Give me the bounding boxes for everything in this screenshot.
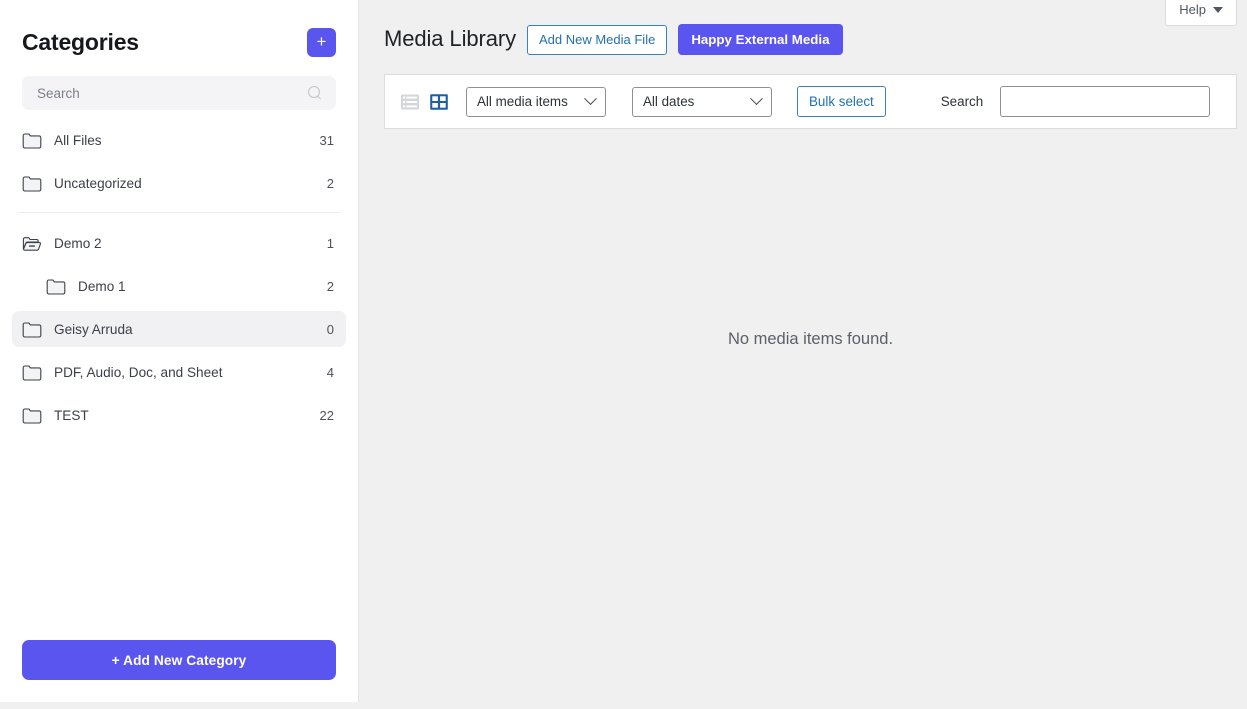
help-label: Help	[1179, 2, 1206, 17]
sidebar-search-input[interactable]	[35, 84, 308, 102]
add-new-category-button[interactable]: + Add New Category	[22, 640, 336, 680]
grid-view-icon[interactable]	[428, 91, 450, 113]
sidebar-item-all-files[interactable]: All Files 31	[12, 122, 346, 158]
sidebar-item-test[interactable]: TEST 22	[12, 397, 346, 433]
folder-icon	[22, 132, 42, 149]
sidebar-item-geisy-arruda[interactable]: Geisy Arruda 0	[12, 311, 346, 347]
chevron-down-icon	[584, 92, 597, 106]
empty-state-message: No media items found.	[727, 329, 894, 348]
media-search-label: Search	[940, 94, 984, 109]
add-new-media-file-button[interactable]: Add New Media File	[526, 24, 668, 55]
bulk-select-button[interactable]: Bulk select	[797, 86, 886, 117]
chevron-down-icon	[750, 92, 763, 106]
sidebar-item-count: 2	[326, 278, 334, 294]
category-list: All Files 31 Uncategorized 2 Demo 2 1 De…	[0, 122, 358, 433]
folder-open-icon	[22, 235, 42, 252]
sidebar-divider	[18, 212, 340, 213]
media-search-group: Search	[940, 86, 1211, 117]
media-toolbar: All media items All dates Bulk select Se…	[384, 74, 1237, 129]
media-type-select-value: All media items	[477, 94, 568, 109]
page-header: Media Library Add New Media File Happy E…	[360, 0, 1247, 58]
page-title: Media Library	[384, 26, 516, 52]
sidebar-item-pdf-audio-doc-and-sheet[interactable]: PDF, Audio, Doc, and Sheet 4	[12, 354, 346, 390]
happy-external-media-button[interactable]: Happy External Media	[678, 24, 843, 55]
app-root: Categories + All Files 31	[0, 0, 1247, 709]
dates-select-value: All dates	[643, 94, 695, 109]
media-type-select[interactable]: All media items	[466, 86, 606, 117]
sidebar-item-demo-2[interactable]: Demo 2 1	[12, 225, 346, 261]
sidebar-item-demo-1[interactable]: Demo 1 2	[12, 268, 346, 304]
help-button[interactable]: Help	[1165, 0, 1237, 26]
sidebar-search-field[interactable]	[22, 76, 336, 110]
sidebar-item-uncategorized[interactable]: Uncategorized 2	[12, 165, 346, 201]
chevron-down-icon	[1213, 6, 1223, 13]
sidebar-item-label: Demo 1	[78, 278, 126, 294]
sidebar-item-count: 4	[326, 364, 334, 380]
sidebar-header: Categories +	[0, 0, 358, 62]
sidebar-item-label: Geisy Arruda	[54, 321, 133, 337]
list-view-icon[interactable]	[399, 91, 421, 113]
sidebar-item-count: 22	[319, 407, 334, 423]
media-library-main: Help Media Library Add New Media File Ha…	[360, 0, 1247, 709]
page-title-categories: Categories	[22, 28, 139, 55]
categories-sidebar: Categories + All Files 31	[0, 0, 359, 702]
view-mode-switcher	[399, 91, 450, 113]
folder-icon	[22, 364, 42, 381]
folder-icon	[46, 278, 66, 295]
dates-select[interactable]: All dates	[632, 86, 772, 117]
sidebar-item-label: Uncategorized	[54, 175, 142, 191]
sidebar-item-label: All Files	[54, 132, 102, 148]
search-icon	[308, 85, 323, 101]
sidebar-item-label: Demo 2	[54, 235, 102, 251]
sidebar-item-count: 0	[326, 321, 334, 337]
folder-icon	[22, 175, 42, 192]
sidebar-item-count: 31	[319, 132, 334, 148]
sidebar-item-count: 1	[326, 235, 334, 251]
add-category-icon-button[interactable]: +	[307, 27, 336, 57]
sidebar-item-label: TEST	[54, 407, 89, 423]
folder-icon	[22, 321, 42, 338]
sidebar-item-count: 2	[326, 175, 334, 191]
media-search-input[interactable]	[1000, 86, 1211, 117]
sidebar-item-label: PDF, Audio, Doc, and Sheet	[54, 364, 223, 380]
folder-icon	[22, 407, 42, 424]
